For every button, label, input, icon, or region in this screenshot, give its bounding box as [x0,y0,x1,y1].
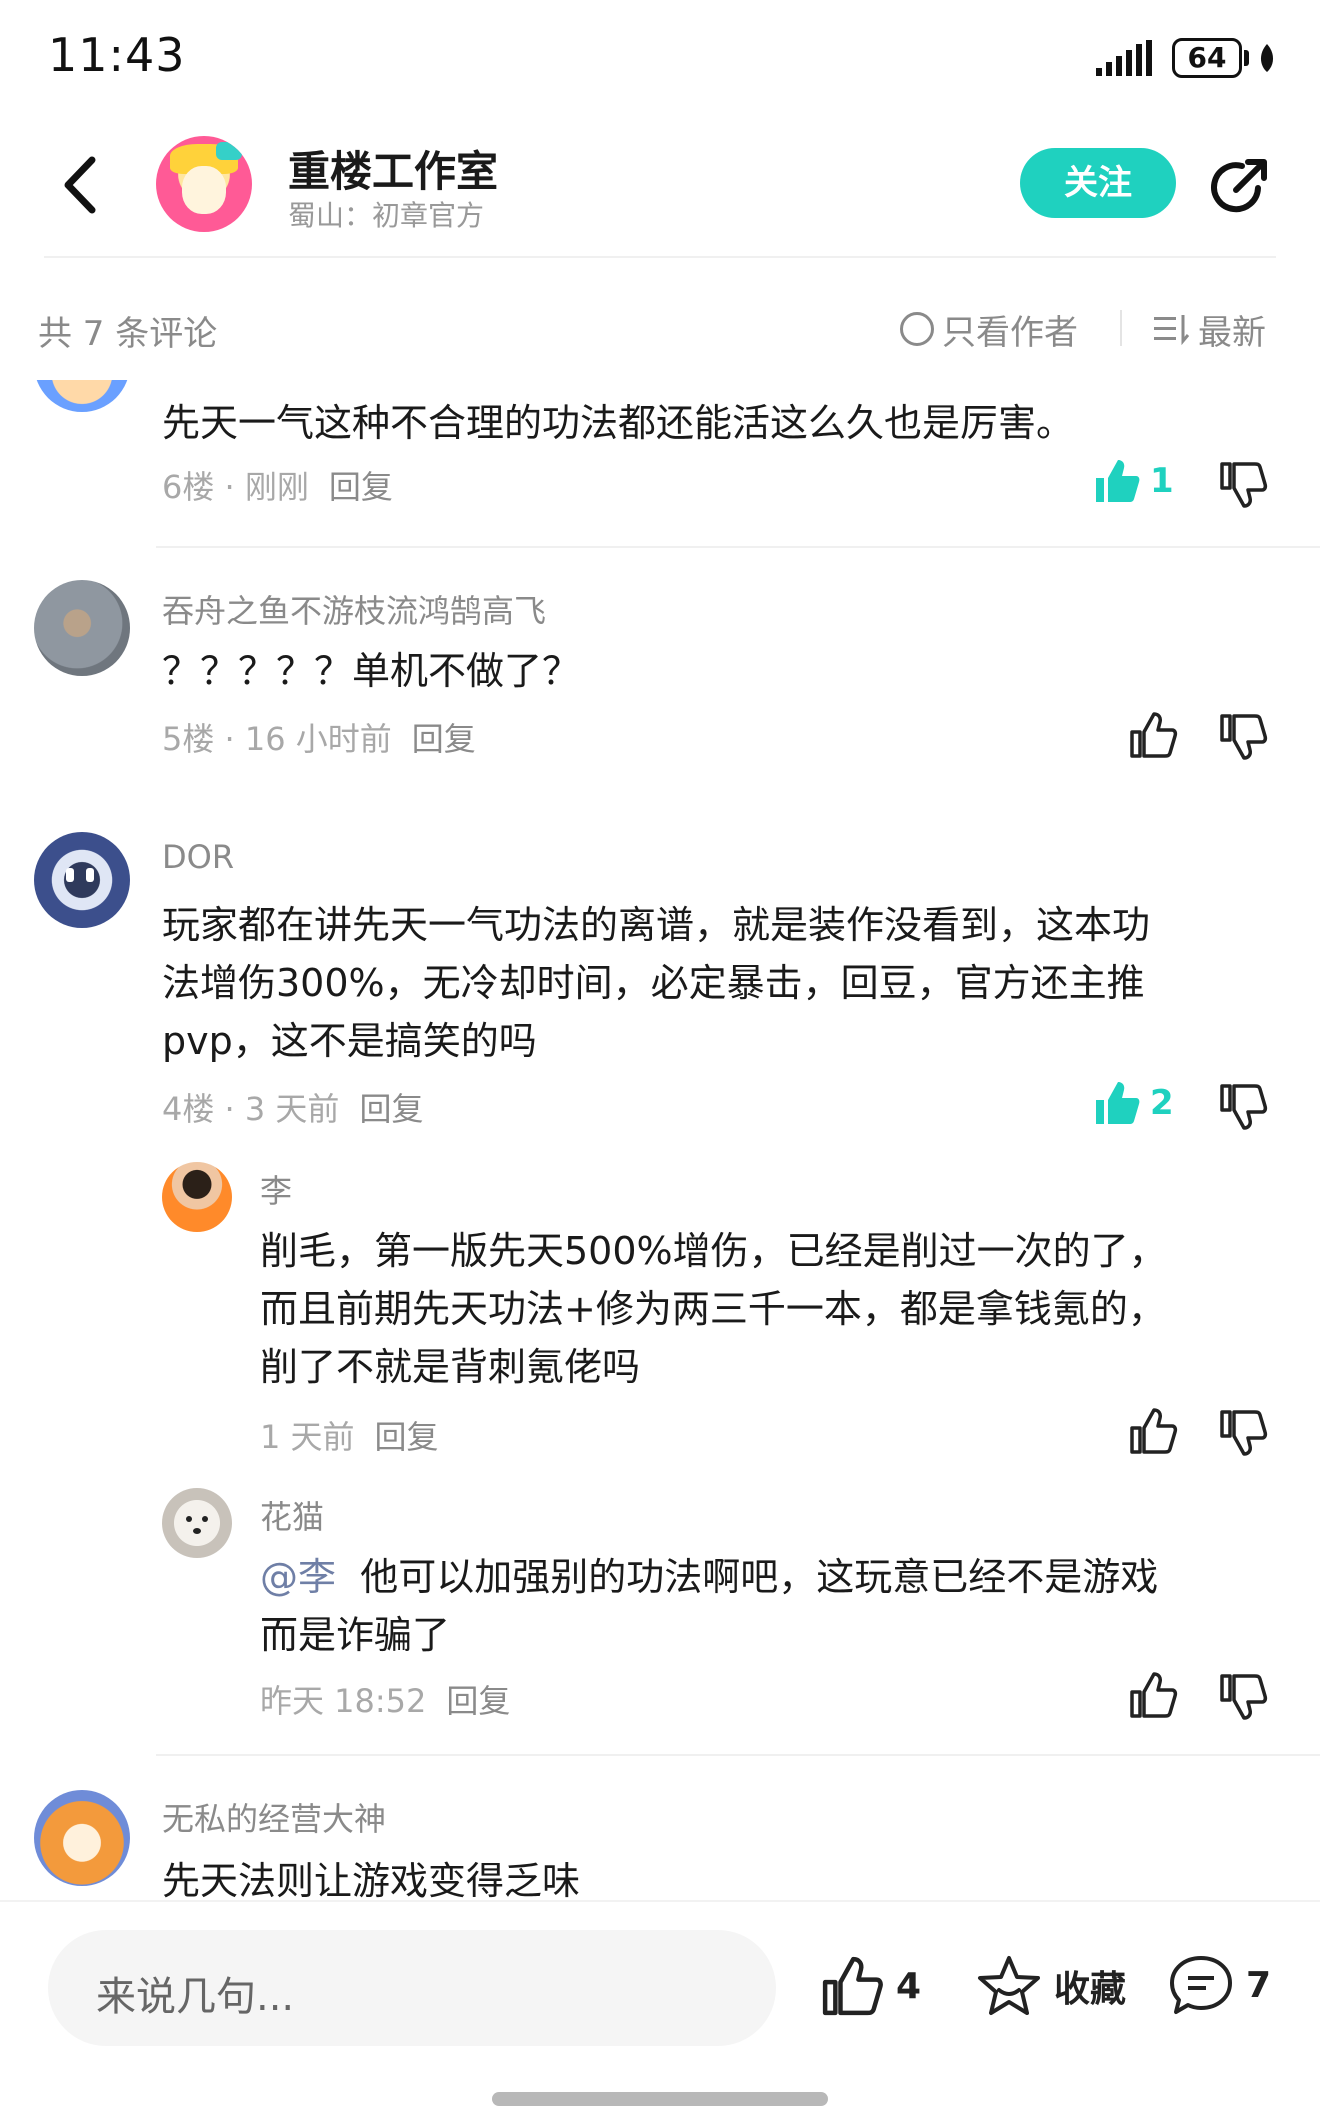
reply-button[interactable]: 回复 [412,714,476,760]
comment-text: 先天法则让游戏变得乏味 [162,1859,581,1900]
post-like-button[interactable]: 4 [820,1954,921,2018]
reply-button[interactable]: 回复 [375,1412,439,1458]
like-count: 1 [1150,461,1174,501]
thumbs-up-filled-icon [1096,1082,1140,1124]
home-indicator[interactable] [492,2092,828,2106]
avatar[interactable] [162,1162,232,1232]
avatar[interactable] [34,380,130,412]
like-count: 2 [1150,1083,1174,1123]
comment-text-line: 法增伤300%，无冷却时间，必定暴击，回豆，官方还主推 [162,961,1145,1005]
post-like-count: 4 [896,1965,922,2007]
avatar[interactable] [34,832,130,928]
comment-text: 先天一气这种不合理的功法都还能活这么久也是厉害。 [162,401,1075,445]
comment-divider [156,1754,1320,1756]
comment-floor: 5楼 [162,720,215,758]
thumbs-down-icon[interactable] [1218,1672,1268,1722]
comment-input-placeholder: 来说几句... [96,1974,295,2020]
thumbs-down-icon[interactable] [1218,1408,1268,1458]
favorite-label: 收藏 [1054,1969,1127,2010]
comment-time: 刚刚 [244,468,309,506]
reply-text-line: 而且前期先天功法+修为两三千一本，都是拿钱氪的， [260,1287,1166,1331]
thumbs-down-icon[interactable] [1218,712,1268,762]
comment-text: ？？？？？单机不做了？ [162,649,581,693]
reply-text: @李 他可以加强别的功法啊吧，这玩意已经不是游戏 而是诈骗了 [260,1548,1280,1664]
status-time: 11:43 [48,28,186,82]
comment-author[interactable]: DOR [162,838,234,876]
comment-floor: 4楼 [162,1090,215,1128]
share-icon[interactable] [1206,154,1272,220]
comment-count: 共 7 条评论 [38,314,218,354]
reply-author[interactable]: 花猫 [260,1492,324,1538]
speech-bubble-icon [1170,1956,1232,2014]
comment-author[interactable]: 吞舟之鱼不游枝流鸿鹄高飞 [162,586,546,632]
studio-avatar[interactable] [156,136,252,232]
reply-meta: 1 天前 回复 [260,1412,439,1458]
sort-label: 最新 [1198,312,1266,353]
studio-name[interactable]: 重楼工作室 [288,138,498,199]
back-arrow-icon[interactable] [52,150,108,220]
comment-filter-bar: 共 7 条评论 只看作者 最新 [0,296,1320,360]
comment-input[interactable]: 来说几句... [48,1930,776,2046]
reply-time: 昨天 18:52 [260,1682,427,1720]
like-button[interactable]: 2 [1092,1078,1174,1128]
reply-button[interactable]: 回复 [359,1084,423,1130]
follow-button[interactable]: 关注 [1020,148,1176,218]
comment-divider [156,546,1320,548]
comment-time: 16 小时前 [244,720,392,758]
avatar[interactable] [162,1488,232,1558]
comment-list: 先天一气这种不合理的功法都还能活这么久也是厉害。 6楼 · 刚刚 回复 1 吞舟… [0,380,1320,1900]
thumbs-up-icon[interactable] [1128,1670,1178,1720]
avatar[interactable] [34,580,130,676]
favorite-button[interactable]: 收藏 [976,1954,1126,2018]
post-header: 重楼工作室 蜀山：初章官方 关注 [0,120,1320,256]
thumbs-up-icon[interactable] [1128,1406,1178,1456]
comment-text-line: pvp，这不是搞笑的吗 [162,1019,537,1063]
reply-text: 削毛，第一版先天500%增伤，已经是削过一次的了， 而且前期先天功法+修为两三千… [260,1222,1280,1396]
header-divider [44,256,1276,258]
comment-floor: 6楼 [162,468,215,506]
sort-newest-button[interactable]: 最新 [1154,304,1266,354]
radio-circle-icon [900,312,934,346]
battery-tip [1244,50,1249,66]
sort-lines-icon [1154,315,1190,345]
studio-subtitle: 蜀山：初章官方 [288,199,485,232]
comment-time: 3 天前 [244,1090,340,1128]
author-only-toggle[interactable]: 只看作者 [900,304,1078,354]
author-only-label: 只看作者 [942,312,1078,353]
signal-icon [1096,40,1152,76]
reply-text-line: 而是诈骗了 [260,1613,451,1657]
avatar[interactable] [34,1790,130,1886]
comment-meta: 5楼 · 16 小时前 回复 [162,714,476,760]
reply-text-line: 他可以加强别的功法啊吧，这玩意已经不是游戏 [360,1555,1159,1599]
comment-meta: 6楼 · 刚刚 回复 [162,462,393,508]
comment-count-bottom: 7 [1246,1964,1272,2006]
thumbs-up-filled-icon [1096,460,1140,502]
filter-separator [1120,310,1122,346]
comment-button[interactable]: 7 [1168,1954,1271,2016]
comment-meta: 4楼 · 3 天前 回复 [162,1084,423,1130]
battery-icon: 64 [1172,38,1242,78]
reply-author[interactable]: 李 [260,1166,292,1212]
reply-text-line: 削了不就是背刺氪佬吗 [260,1345,641,1389]
reply-time: 1 天前 [260,1418,355,1456]
status-bar: 11:43 64 [0,0,1320,110]
thumbs-up-icon [822,1956,883,2016]
mention-link[interactable]: @李 [260,1555,336,1599]
star-icon [978,1956,1040,2015]
thumbs-down-icon[interactable] [1218,1082,1268,1132]
reply-meta: 昨天 18:52 回复 [260,1676,510,1722]
leaf-icon [1260,44,1274,72]
bottom-action-bar: 来说几句... 4 收藏 7 [0,1900,1320,2120]
comment-text-line: 玩家都在讲先天一气功法的离谱，就是装作没看到，这本功 [162,903,1151,947]
comment-author[interactable]: 无私的经营大神 [162,1794,386,1840]
comment-text: 玩家都在讲先天一气功法的离谱，就是装作没看到，这本功 法增伤300%，无冷却时间… [162,896,1282,1070]
reply-text-line: 削毛，第一版先天500%增伤，已经是削过一次的了， [260,1229,1167,1273]
thumbs-up-icon[interactable] [1128,710,1178,760]
reply-button[interactable]: 回复 [329,462,393,508]
thumbs-down-icon[interactable] [1218,460,1268,510]
reply-button[interactable]: 回复 [446,1676,510,1722]
like-button[interactable]: 1 [1092,456,1174,506]
